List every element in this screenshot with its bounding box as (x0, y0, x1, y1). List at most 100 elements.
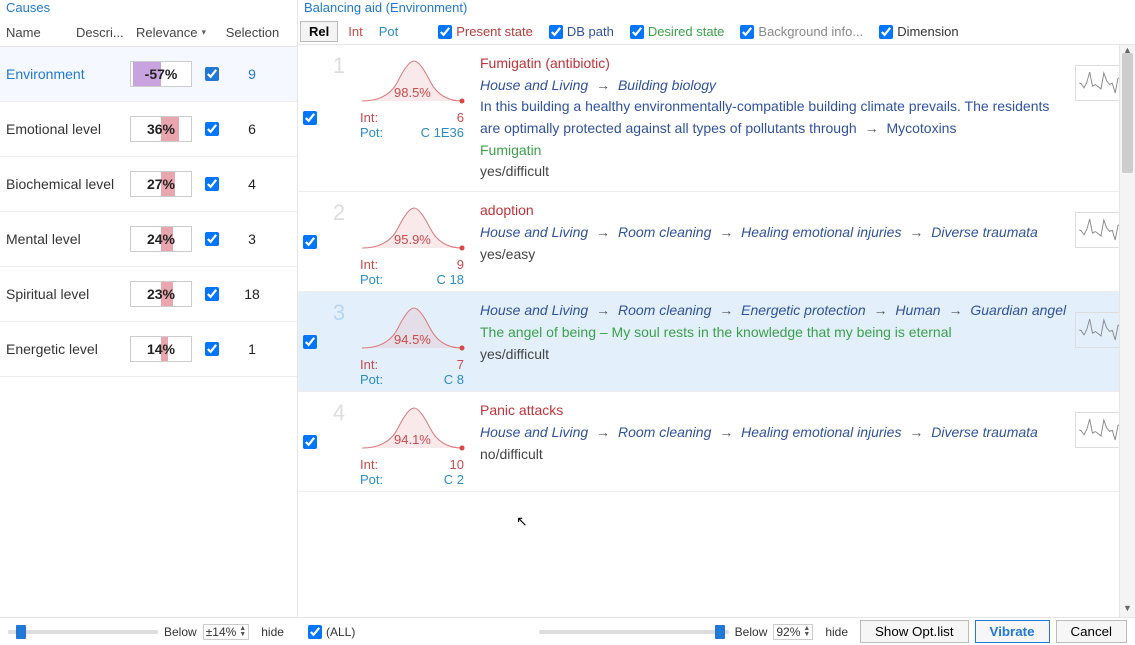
balancing-title: Balancing aid (Environment) (298, 0, 1135, 19)
item-present: Panic attacks (480, 400, 1069, 422)
int-value: 7 (457, 357, 464, 372)
toggle-dimension[interactable]: Dimension (873, 22, 964, 41)
show-opt-list-button[interactable]: Show Opt.list (860, 620, 969, 643)
chevron-down-icon: ▾ (201, 27, 206, 38)
item-bgtext: The angel of being – My soul rests in th… (480, 322, 1069, 344)
cause-row[interactable]: Spiritual level23% 18 (0, 267, 297, 322)
left-slider[interactable] (8, 630, 158, 634)
pot-value: C 2 (444, 472, 464, 487)
toggle-desired-state[interactable]: Desired state (624, 22, 731, 41)
causes-header: Name Descri... Relevance▾ Selection (0, 19, 297, 47)
cause-checkbox[interactable] (205, 342, 219, 356)
cause-row[interactable]: Biochemical level27% 4 (0, 157, 297, 212)
item-dim: yes/difficult (480, 161, 1069, 183)
pot-value: C 18 (437, 272, 464, 287)
item-number: 3 (326, 296, 352, 387)
int-label: Int: (360, 110, 378, 125)
cause-count: 6 (232, 121, 272, 137)
item-db: House and Living → Room cleaning → Heali… (480, 222, 1069, 244)
pot-label: Pot: (360, 372, 383, 387)
pot-value: C 8 (444, 372, 464, 387)
below-label-left: Below (164, 625, 197, 639)
pot-label: Pot: (360, 125, 383, 140)
item-db: House and Living → Building biology (480, 75, 1069, 97)
tab-pot[interactable]: Pot (373, 22, 405, 41)
balancing-item[interactable]: 3 94.5% Int: 7 Pot: C 8 House and Living → Roo… (298, 292, 1135, 392)
item-rel: 98.5% (394, 85, 431, 100)
scrollbar[interactable]: ▲ ▼ (1119, 45, 1135, 617)
relevance-value: 23% (130, 281, 192, 307)
cause-checkbox[interactable] (205, 232, 219, 246)
col-selection[interactable]: Selection (210, 25, 295, 40)
toggle-present-state[interactable]: Present state (432, 22, 539, 41)
relevance-value: 27% (130, 171, 192, 197)
int-value: 10 (450, 457, 464, 472)
col-descri[interactable]: Descri... (72, 25, 130, 40)
cause-name: Mental level (2, 231, 130, 247)
relevance-value: 24% (130, 226, 192, 252)
cause-name: Energetic level (2, 341, 130, 357)
col-name[interactable]: Name (2, 25, 72, 40)
balancing-item[interactable]: 295.9%Int:9Pot:C 18adoptionHouse and Liv… (298, 192, 1135, 292)
tab-rel[interactable]: Rel (300, 21, 338, 42)
cause-row[interactable]: Environment-57%9 (0, 47, 297, 102)
relevance-value: 36% (130, 116, 192, 142)
item-checkbox[interactable] (303, 435, 317, 449)
left-threshold-spinner[interactable]: ±14%▲▼ (203, 624, 250, 640)
pot-label: Pot: (360, 472, 383, 487)
cause-count: 3 (232, 231, 272, 247)
right-slider[interactable] (539, 630, 729, 634)
cause-row[interactable]: Emotional level36% 6 (0, 102, 297, 157)
tab-int[interactable]: Int (342, 22, 368, 41)
cause-row[interactable]: Energetic level14%1 (0, 322, 297, 377)
cause-count: 4 (232, 176, 272, 192)
cause-checkbox[interactable] (205, 67, 219, 81)
item-number: 4 (326, 396, 352, 487)
item-checkbox[interactable] (303, 111, 317, 125)
pot-value: C 1E36 (421, 125, 464, 140)
int-label: Int: (360, 357, 378, 372)
balancing-item[interactable]: 198.5%Int:6Pot:C 1E36Fumigatin (antibiot… (298, 45, 1135, 192)
item-rel: 95.9% (394, 232, 431, 247)
cause-count: 18 (232, 286, 272, 302)
cause-checkbox[interactable] (205, 122, 219, 136)
int-value: 6 (457, 110, 464, 125)
hide-right[interactable]: hide (819, 625, 854, 639)
toggle-db-path[interactable]: DB path (543, 22, 620, 41)
col-relevance[interactable]: Relevance▾ (130, 25, 210, 40)
balancing-item[interactable]: 4 94.1% Int: 10 Pot: C 2 Panic attacksHouse an… (298, 392, 1135, 492)
item-checkbox[interactable] (303, 235, 317, 249)
hide-left[interactable]: hide (255, 625, 290, 639)
item-rel: 94.5% (394, 332, 431, 347)
item-checkbox[interactable] (303, 335, 317, 349)
cancel-button[interactable]: Cancel (1056, 620, 1128, 643)
cause-name: Spiritual level (2, 286, 130, 302)
cause-count: 1 (232, 341, 272, 357)
item-desired: In this building a healthy environmental… (480, 96, 1069, 139)
right-threshold-spinner[interactable]: 92%▲▼ (773, 624, 813, 640)
item-dim: no/difficult (480, 444, 1069, 466)
cause-name: Biochemical level (2, 176, 130, 192)
item-rel: 94.1% (394, 432, 431, 447)
pot-label: Pot: (360, 272, 383, 287)
item-db: House and Living → Room cleaning → Heali… (480, 422, 1069, 444)
cause-name: Emotional level (2, 121, 130, 137)
item-number: 2 (326, 196, 352, 287)
all-checkbox[interactable]: (ALL) (298, 625, 365, 639)
vibrate-button[interactable]: Vibrate (975, 620, 1050, 643)
cause-checkbox[interactable] (205, 287, 219, 301)
toggle-background-info[interactable]: Background info... (734, 22, 869, 41)
item-db: House and Living → Room cleaning → Energ… (480, 300, 1069, 322)
cause-row[interactable]: Mental level24% 3 (0, 212, 297, 267)
item-dim: yes/difficult (480, 344, 1069, 366)
int-label: Int: (360, 257, 378, 272)
item-bgtext: Fumigatin (480, 140, 1069, 162)
cause-checkbox[interactable] (205, 177, 219, 191)
int-label: Int: (360, 457, 378, 472)
below-label-right: Below (735, 625, 768, 639)
scroll-thumb[interactable] (1122, 53, 1133, 173)
cause-count: 9 (232, 66, 272, 82)
item-number: 1 (326, 49, 352, 187)
cause-name: Environment (2, 66, 130, 82)
scroll-down-icon[interactable]: ▼ (1120, 603, 1135, 617)
